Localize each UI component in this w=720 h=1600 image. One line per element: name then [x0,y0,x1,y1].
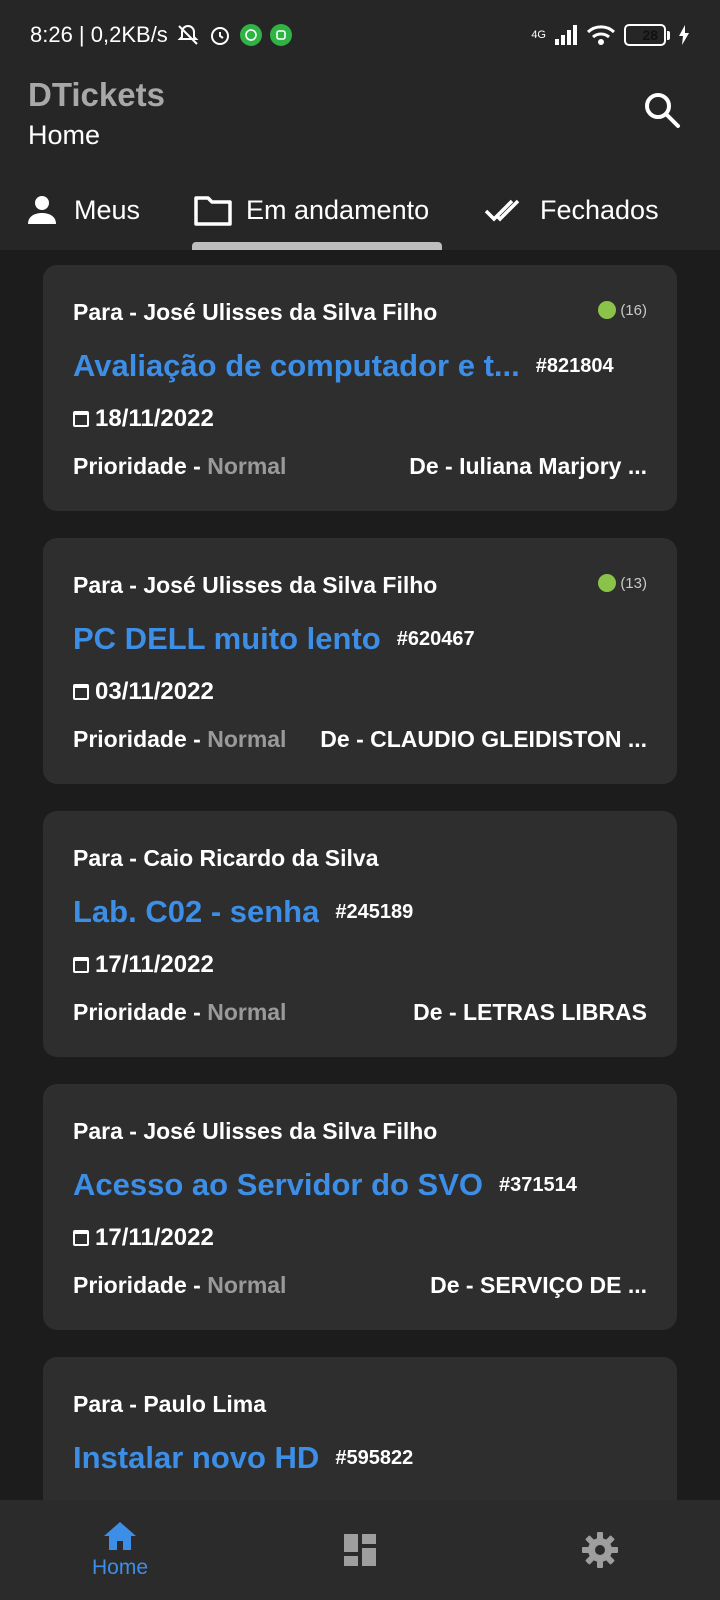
ticket-number: #620467 [396,627,475,650]
ticket-card[interactable]: Para - José Ulisses da Silva Filho (13) … [43,538,677,784]
dashboard-icon [344,1534,376,1566]
priority-label: Prioridade - [73,453,208,479]
status-dot-icon [598,574,617,592]
calendar-icon [73,411,89,427]
ticket-date: 18/11/2022 [73,405,214,433]
ticket-title: Lab. C02 - senha [73,894,320,929]
bell-off-icon [177,24,199,45]
app-bar: DTickets Home [0,70,720,170]
ticket-number: #595822 [335,1446,414,1469]
ticket-number: #821804 [535,354,614,377]
nav-home-label: Home [91,1556,149,1579]
ticket-recipient: Para - José Ulisses da Silva Filho [73,1118,438,1144]
ticket-title-row: PC DELL muito lento #620467 [73,616,647,662]
ticket-title-row: Lab. C02 - senha #245189 [73,889,647,935]
tab-meus[interactable]: Meus [24,170,140,250]
ticket-sender: De - LETRAS LIBRAS [413,999,647,1025]
ticket-title-row: Avaliação de computador e t... #821804 [73,343,647,389]
ticket-title: PC DELL muito lento [73,621,381,656]
ticket-number: #245189 [335,900,414,923]
ticket-recipient: Para - Paulo Lima [73,1391,267,1417]
whatsapp-icon [239,24,262,46]
tab-fechados[interactable]: Fechados [484,170,659,250]
ticket-sender: De - CLAUDIO GLEIDISTON ... [320,726,647,752]
double-check-icon [484,199,520,222]
ticket-status-badge: (16) [598,301,647,319]
ticket-recipient: Para - Caio Ricardo da Silva [73,845,379,871]
ticket-card[interactable]: Para - Caio Ricardo da Silva Lab. C02 - … [43,811,677,1057]
status-right: 4G 28 [531,24,690,46]
ticket-card[interactable]: Para - José Ulisses da Silva Filho (16) … [43,265,677,511]
nav-dashboard[interactable] [300,1500,420,1600]
calendar-icon [73,1230,89,1246]
status-time-speed: 8:26 | 0,2KB/s [30,22,168,47]
ticket-date-value: 03/11/2022 [95,678,214,705]
ticket-card[interactable]: Para - José Ulisses da Silva Filho Acess… [43,1084,677,1330]
ticket-priority: Prioridade - Normal [73,999,286,1026]
app-notification-icon [269,24,292,46]
network-type: 4G [531,29,546,41]
priority-value: Normal [207,726,287,752]
status-dot-icon [598,301,617,319]
status-bar: 8:26 | 0,2KB/s 4G 28 [0,0,720,70]
tab-bar: Meus Em andamento Fechados [0,170,720,250]
ticket-date-value: 17/11/2022 [95,1224,214,1251]
status-left: 8:26 | 0,2KB/s [30,22,292,48]
ticket-number: #371514 [499,1173,577,1196]
wifi-icon [586,25,616,45]
nav-home[interactable]: Home [60,1500,180,1600]
selected-tab-indicator [192,242,442,250]
ticket-date-value: 18/11/2022 [95,405,214,432]
folder-icon [194,196,232,226]
bottom-navigation: Home [0,1500,720,1600]
calendar-icon [73,684,89,700]
search-icon [645,93,680,128]
person-icon [28,196,56,224]
ticket-sender: De - Iuliana Marjory ... [409,453,647,479]
ticket-title: Acesso ao Servidor do SVO [73,1167,484,1202]
priority-label: Prioridade - [73,999,208,1025]
tab-label: Em andamento [246,194,430,225]
ticket-recipient: Para - José Ulisses da Silva Filho [73,572,438,598]
priority-label: Prioridade - [73,726,208,752]
home-icon [104,1522,136,1550]
battery-icon: 28 [624,24,670,46]
ticket-recipient: Para - José Ulisses da Silva Filho [73,299,438,325]
signal-icon [555,25,577,45]
tab-label: Meus [74,194,141,225]
priority-value: Normal [207,453,287,479]
ticket-list[interactable]: Para - José Ulisses da Silva Filho (16) … [0,250,720,1500]
ticket-priority: Prioridade - Normal [73,726,286,753]
ticket-count: (16) [620,301,647,319]
ticket-title: Avaliação de computador e t... [73,348,520,383]
ticket-card[interactable]: Para - Paulo Lima Instalar novo HD #5958… [43,1357,677,1500]
battery-level: 28 [642,27,659,43]
ticket-date: 17/11/2022 [73,1224,214,1252]
gear-icon [582,1532,618,1568]
tab-label: Fechados [540,194,659,225]
priority-value: Normal [207,999,287,1025]
page-title: Home [28,120,101,150]
search-button[interactable] [642,90,682,130]
charging-icon [679,25,689,45]
ticket-title: Instalar novo HD [73,1440,320,1475]
ticket-date-value: 17/11/2022 [95,951,214,978]
ticket-title-row: Acesso ao Servidor do SVO #371514 [73,1162,647,1208]
ticket-sender: De - SERVIÇO DE ... [430,1272,647,1298]
app-title: DTickets [28,76,165,113]
alarm-icon [210,27,229,45]
ticket-date: 17/11/2022 [73,951,214,979]
ticket-title-row: Instalar novo HD #595822 [73,1435,647,1481]
priority-value: Normal [207,1272,287,1298]
nav-settings[interactable] [540,1500,660,1600]
ticket-count: (13) [620,574,647,592]
tab-em-andamento[interactable]: Em andamento [194,170,429,250]
calendar-icon [73,957,89,973]
priority-label: Prioridade - [73,1272,208,1298]
ticket-priority: Prioridade - Normal [73,453,286,480]
ticket-status-badge: (13) [598,574,647,592]
ticket-date: 03/11/2022 [73,678,214,706]
ticket-priority: Prioridade - Normal [73,1272,286,1299]
